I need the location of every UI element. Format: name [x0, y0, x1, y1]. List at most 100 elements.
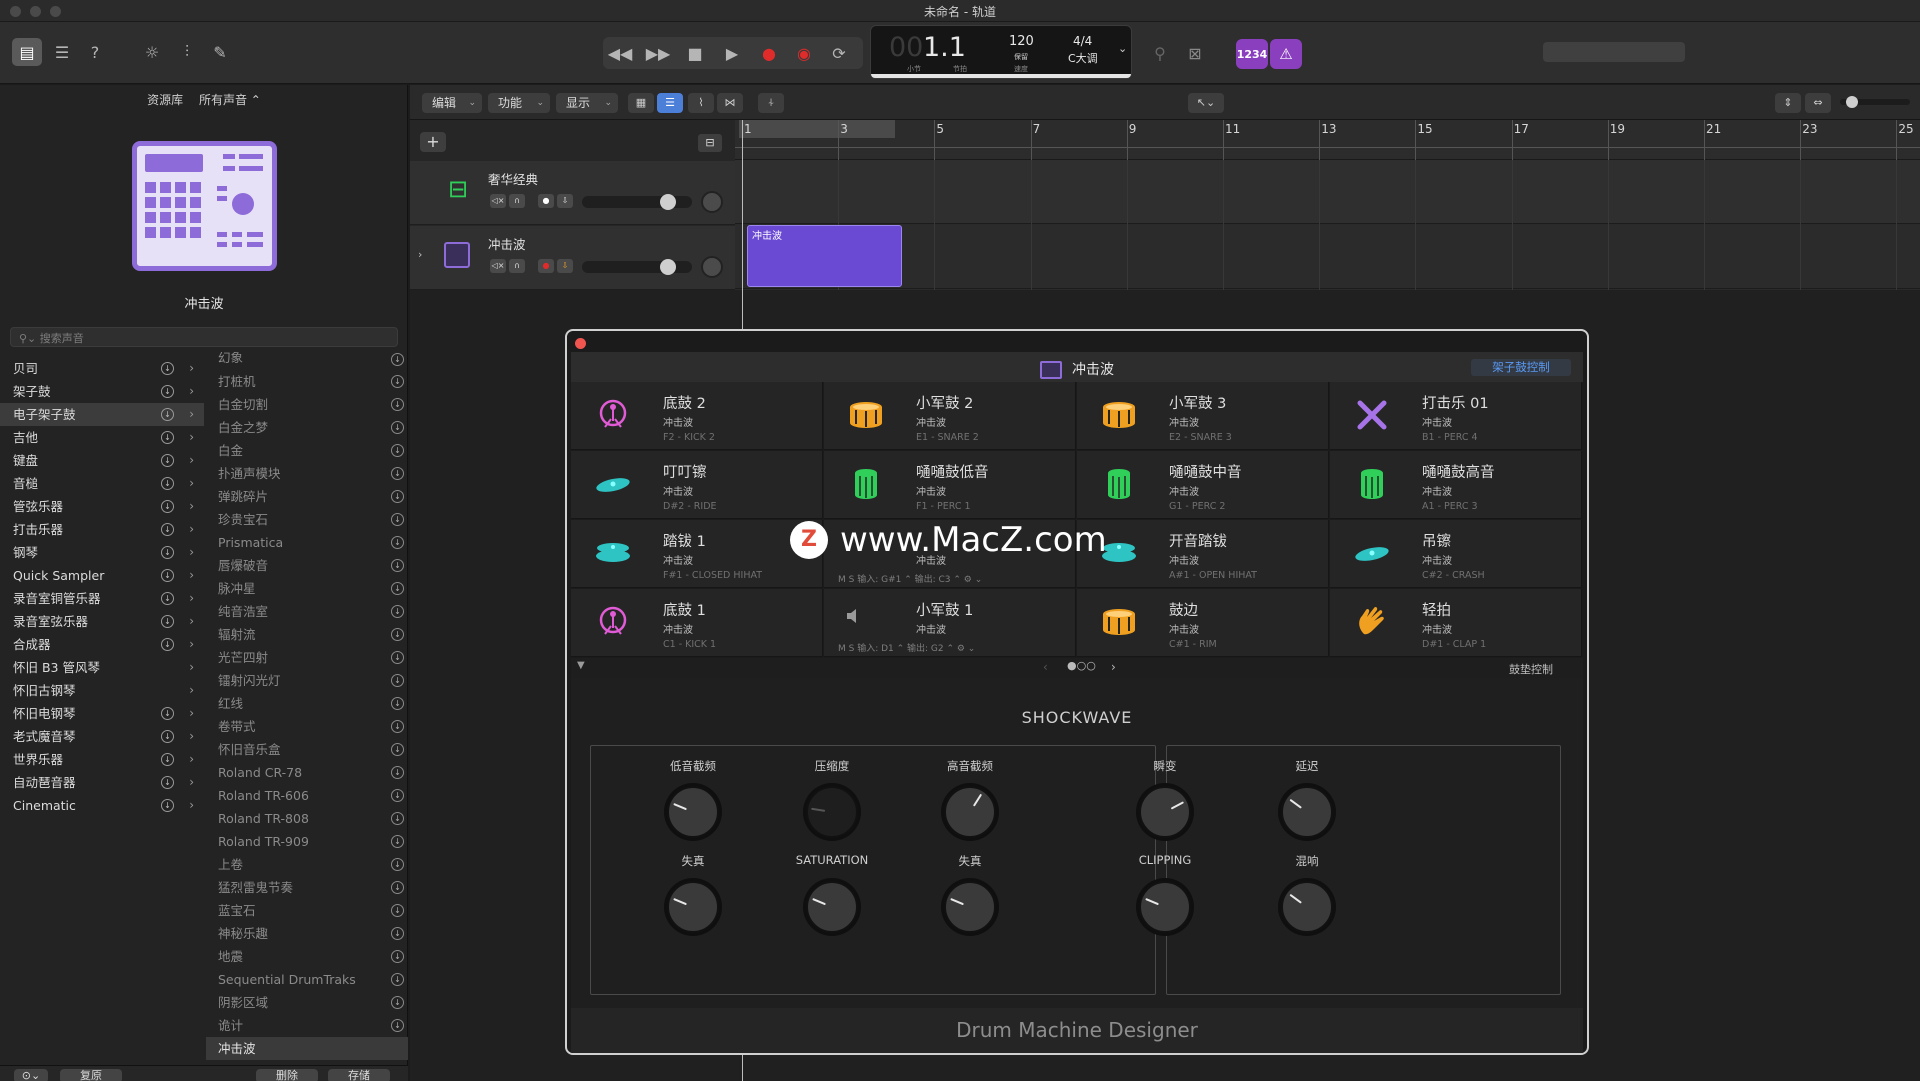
- download-icon[interactable]: ↓: [161, 500, 174, 513]
- pan-knob[interactable]: [701, 191, 723, 213]
- patch-item[interactable]: 光芒四射 ↓: [206, 646, 408, 669]
- download-icon[interactable]: ↓: [161, 730, 174, 743]
- lcd-dropdown-icon[interactable]: ⌄: [1118, 42, 1127, 55]
- rewind-button[interactable]: ◀◀: [605, 39, 635, 67]
- drum-pad[interactable]: 打击乐 01 冲击波 B1 - PERC 4: [1330, 382, 1582, 450]
- download-icon[interactable]: ↓: [391, 513, 404, 526]
- patch-item[interactable]: 白金之梦 ↓: [206, 416, 408, 439]
- mute-icon[interactable]: ◁×: [490, 259, 506, 273]
- download-icon[interactable]: ↓: [391, 973, 404, 986]
- download-icon[interactable]: ↓: [391, 444, 404, 457]
- volume-fader[interactable]: [582, 194, 692, 210]
- category-item[interactable]: 老式魔音琴 ↓ ›: [0, 725, 204, 748]
- headphones-icon[interactable]: ∩: [509, 259, 525, 273]
- midi-region[interactable]: 冲击波: [747, 225, 902, 287]
- pad-control-button[interactable]: 鼓垫控制: [1509, 661, 1553, 677]
- download-icon[interactable]: ↓: [161, 638, 174, 651]
- category-item[interactable]: 世界乐器 ↓ ›: [0, 748, 204, 771]
- category-item[interactable]: Quick Sampler ↓ ›: [0, 564, 204, 587]
- patch-item[interactable]: 白金 ↓: [206, 439, 408, 462]
- mixer-icon[interactable]: ⫶: [172, 38, 202, 66]
- add-track-button[interactable]: +: [420, 132, 446, 152]
- flex-icon[interactable]: ⋈: [717, 93, 743, 113]
- prev-page-icon[interactable]: ‹: [1043, 660, 1048, 674]
- global-tracks-icon[interactable]: ⊟: [698, 134, 722, 152]
- download-icon[interactable]: ↓: [391, 490, 404, 503]
- download-icon[interactable]: ↓: [391, 812, 404, 825]
- pan-knob[interactable]: [701, 256, 723, 278]
- drum-pad[interactable]: 踏钹 1 冲击波 F#1 - CLOSED HIHAT: [571, 520, 823, 588]
- search-input[interactable]: ⚲⌄ 搜索声音: [10, 327, 398, 347]
- download-icon[interactable]: ↓: [391, 628, 404, 641]
- patch-item[interactable]: 幻象 ↓: [206, 352, 408, 370]
- patch-item[interactable]: 蓝宝石 ↓: [206, 899, 408, 922]
- download-icon[interactable]: ↓: [391, 996, 404, 1009]
- category-item[interactable]: 音槌 ↓ ›: [0, 472, 204, 495]
- category-item[interactable]: 贝司 ↓ ›: [0, 357, 204, 380]
- drum-pad[interactable]: 底鼓 2 冲击波 F2 - KICK 2: [571, 382, 823, 450]
- horizontal-zoom-icon[interactable]: ⇔: [1805, 93, 1831, 113]
- patch-item[interactable]: 辐射流 ↓: [206, 623, 408, 646]
- category-item[interactable]: 合成器 ↓ ›: [0, 633, 204, 656]
- category-item[interactable]: 自动琶音器 ↓ ›: [0, 771, 204, 794]
- drum-pad[interactable]: 叮叮镲 冲击波 D#2 - RIDE: [571, 451, 823, 519]
- category-item[interactable]: 吉他 ↓ ›: [0, 426, 204, 449]
- download-icon[interactable]: ↓: [391, 375, 404, 388]
- download-icon[interactable]: ↓: [161, 569, 174, 582]
- input-monitor-icon[interactable]: ⇩: [557, 194, 573, 208]
- patch-item[interactable]: 脉冲星 ↓: [206, 577, 408, 600]
- headphones-icon[interactable]: ∩: [509, 194, 525, 208]
- category-item[interactable]: 钢琴 ↓ ›: [0, 541, 204, 564]
- drum-pad[interactable]: 嗵嗵鼓低音 冲击波 F1 - PERC 1: [824, 451, 1076, 519]
- patch-item[interactable]: 扑通声模块 ↓: [206, 462, 408, 485]
- record-enable-icon[interactable]: ●: [538, 259, 554, 273]
- patch-item[interactable]: 阴影区域 ↓: [206, 991, 408, 1014]
- stop-button[interactable]: ■: [680, 39, 710, 67]
- track-lane[interactable]: [735, 160, 1920, 224]
- download-icon[interactable]: ↓: [391, 353, 404, 366]
- mute-icon[interactable]: ◁×: [490, 194, 506, 208]
- cycle-region[interactable]: [739, 120, 895, 138]
- edit-menu[interactable]: 编辑 ⌄: [422, 93, 482, 113]
- capture-record-button[interactable]: ◉: [789, 39, 819, 67]
- grid-view-icon[interactable]: ▦: [628, 93, 654, 113]
- volume-fader-knob[interactable]: [660, 259, 676, 275]
- download-icon[interactable]: ↓: [161, 431, 174, 444]
- category-item[interactable]: 电子架子鼓 ↓ ›: [0, 403, 204, 426]
- track-name[interactable]: 奢华经典: [488, 169, 538, 188]
- patch-item[interactable]: 神秘乐趣 ↓: [206, 922, 408, 945]
- category-item[interactable]: 录音室铜管乐器 ↓ ›: [0, 587, 204, 610]
- rotary-knob[interactable]: [663, 782, 723, 842]
- category-item[interactable]: 管弦乐器 ↓ ›: [0, 495, 204, 518]
- view-menu[interactable]: 显示 ⌄: [556, 93, 618, 113]
- track-row[interactable]: › 冲击波 ◁× ∩ ● ⇩: [410, 226, 735, 290]
- rotary-knob[interactable]: [940, 782, 1000, 842]
- zoom-slider-knob[interactable]: [1846, 96, 1858, 108]
- functions-menu[interactable]: 功能 ⌄: [488, 93, 550, 113]
- next-page-icon[interactable]: ›: [1111, 660, 1116, 674]
- patch-item[interactable]: 地震 ↓: [206, 945, 408, 968]
- patch-item[interactable]: 弹跳碎片 ↓: [206, 485, 408, 508]
- download-icon[interactable]: ↓: [391, 559, 404, 572]
- list-view-icon[interactable]: ☰: [657, 93, 683, 113]
- patch-item[interactable]: 红线 ↓: [206, 692, 408, 715]
- close-plugin-button[interactable]: [575, 338, 586, 349]
- patch-item[interactable]: 怀旧音乐盒 ↓: [206, 738, 408, 761]
- metronome-icon[interactable]: ⚠: [1270, 39, 1302, 69]
- category-item[interactable]: 怀旧古钢琴 ›: [0, 679, 204, 702]
- download-icon[interactable]: ↓: [161, 753, 174, 766]
- download-icon[interactable]: ↓: [161, 477, 174, 490]
- patch-item[interactable]: 打桩机 ↓: [206, 370, 408, 393]
- pad-io-controls[interactable]: M S 输入: G#1 ⌃ 输出: C3 ⌃ ⚙ ⌄: [838, 572, 982, 585]
- patch-item[interactable]: Roland TR-808 ↓: [206, 807, 408, 830]
- download-icon[interactable]: ↓: [161, 454, 174, 467]
- download-icon[interactable]: ↓: [391, 467, 404, 480]
- rotary-knob[interactable]: [802, 877, 862, 937]
- download-icon[interactable]: ↓: [391, 536, 404, 549]
- category-item[interactable]: 打击乐器 ↓ ›: [0, 518, 204, 541]
- smart-controls-icon[interactable]: ☼: [137, 38, 167, 66]
- drum-pad[interactable]: 底鼓 1 冲击波 C1 - KICK 1: [571, 589, 823, 657]
- download-icon[interactable]: ↓: [161, 385, 174, 398]
- help-icon[interactable]: ?: [80, 38, 110, 66]
- download-icon[interactable]: ↓: [161, 776, 174, 789]
